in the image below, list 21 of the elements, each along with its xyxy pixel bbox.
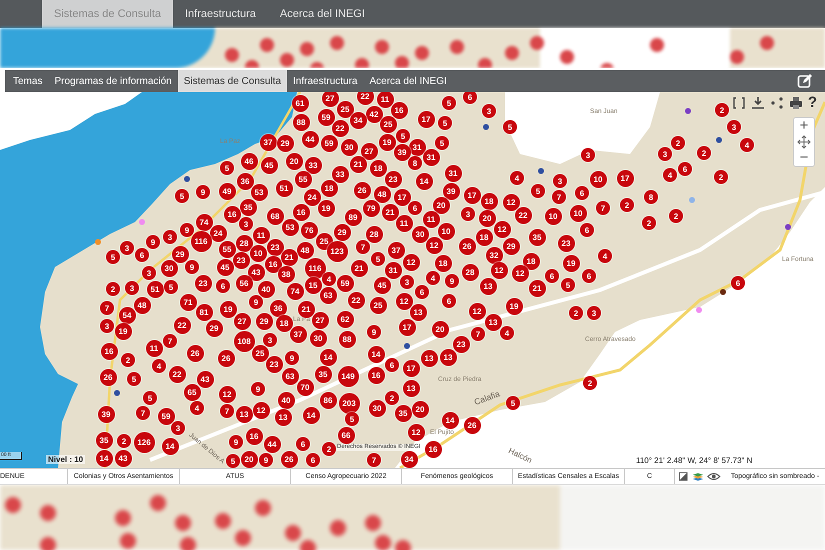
layers-icon[interactable] [692, 471, 704, 482]
cluster-marker[interactable]: 6 [463, 92, 477, 104]
nav-tab[interactable]: Sistemas de Consulta [178, 70, 288, 92]
pan-icon[interactable] [797, 135, 811, 149]
square-icon[interactable] [679, 471, 688, 482]
help-button[interactable]: ? [808, 96, 817, 110]
coordinates-text: 110° 21' 2.48" W, 24° 8' 57.73" N [636, 456, 752, 465]
zoom-out-button[interactable]: − [794, 150, 814, 166]
nav-tab[interactable]: Infraestructura [287, 70, 364, 92]
download-icon[interactable] [750, 96, 765, 110]
zoom-in-button[interactable]: + [794, 118, 814, 134]
nav-tab[interactable]: Temas [7, 70, 48, 92]
nav-tab[interactable]: Acerca del INEGI [364, 70, 453, 92]
edit-icon[interactable] [797, 73, 813, 89]
share-icon[interactable] [770, 96, 784, 110]
zoom-level-label: Nivel : 10 [46, 455, 86, 464]
eye-icon[interactable] [707, 471, 721, 482]
fullscreen-icon[interactable] [732, 96, 746, 110]
print-icon[interactable] [788, 96, 803, 110]
road-label: Calafia [473, 389, 501, 407]
nav-tab[interactable]: Programas de información [48, 70, 178, 92]
